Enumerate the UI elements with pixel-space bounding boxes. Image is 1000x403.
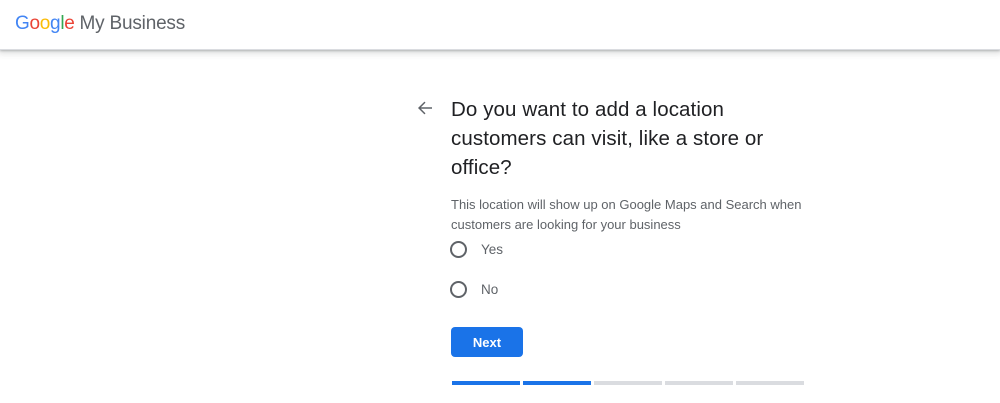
google-logo: G o o g l e [15,13,75,35]
question-card: Do you want to add a location customers … [451,95,811,235]
option-no[interactable]: No [450,278,503,300]
question-title: Do you want to add a location customers … [451,98,764,179]
arrow-back-icon [418,101,432,115]
progress-step [736,381,804,385]
logo-letter: e [64,13,75,34]
next-button[interactable]: Next [451,327,523,357]
option-label: Yes [481,241,504,257]
option-yes[interactable]: Yes [450,238,503,260]
logo-letter: G [15,13,30,34]
option-label: No [481,281,499,297]
product-name: My Business [79,13,186,34]
logo-letter: o [29,13,40,34]
progress-step [523,381,591,385]
radio-group: Yes No [450,238,503,318]
back-button[interactable] [413,96,437,120]
brand[interactable]: G o o g l e My Business [15,13,185,37]
radio-button[interactable] [450,240,467,258]
progress-step [452,381,520,385]
progress-step [665,381,733,385]
progress-step [594,381,662,385]
top-app-bar: G o o g l e My Business [0,0,1000,50]
logo-letter: o [39,13,51,34]
logo-letter: g [50,13,61,34]
radio-button[interactable] [450,280,467,298]
question-description: This location will show up on Google Map… [451,197,802,232]
progress-indicator [452,381,807,385]
